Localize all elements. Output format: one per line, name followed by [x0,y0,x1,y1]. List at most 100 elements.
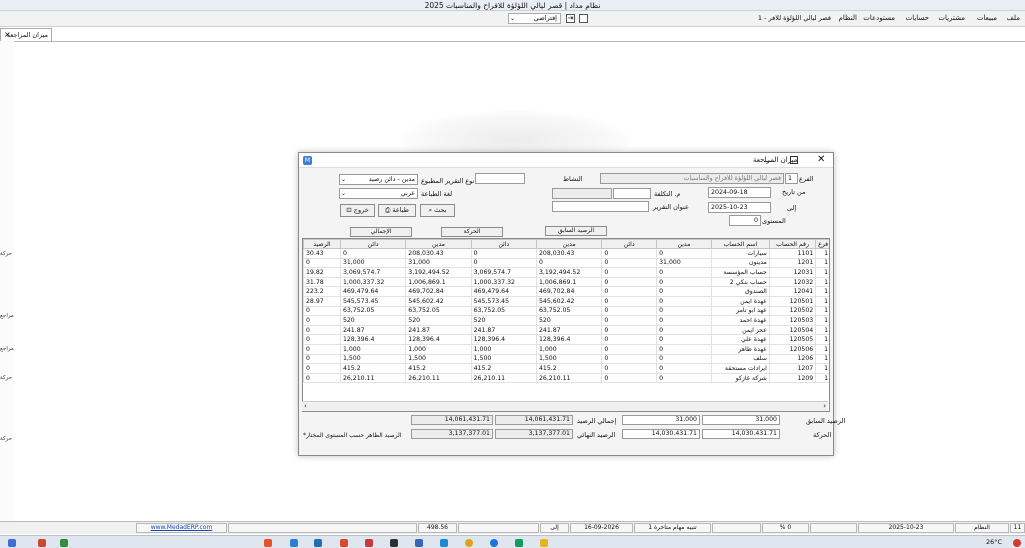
os-taskbar: 26°C [0,535,1025,548]
col-header[interactable]: فرع [815,239,829,249]
tab-trial-balance[interactable]: × ميزان المراجعة [0,28,52,41]
prev-credit-cell: 0 [601,286,658,297]
scroll-left-icon[interactable]: ‹ [304,402,307,410]
branch-field[interactable]: 1 [785,173,798,184]
table-row[interactable]: 1 1206 سلف 0 0 1,500 1,500 1,500 1,500 0 [303,353,829,365]
table-row[interactable]: 1 12031 حساب المؤسسة 0 0 3,192,494.52 3,069,57… [303,267,829,278]
col-header[interactable]: مدين [535,239,603,249]
col-header[interactable]: الرصيد [303,239,341,249]
table-row[interactable]: 1 1101 سيارات 0 0 208,030.43 0 208,030.43 0 30.43 [303,248,829,259]
table-row[interactable]: 1 1209 شركة غازكو 0 0 26,210.11 26,210.11 26,21… [303,372,829,384]
grid-icon[interactable] [579,14,588,23]
print-lang-select[interactable]: عربي ⌄ [339,188,418,199]
section-movement[interactable]: الحركة [441,227,503,237]
app-icon[interactable] [440,539,448,547]
account-number-cell: 12031 [768,267,817,278]
browser-icon[interactable] [465,539,473,547]
prev-debit-cell: 0 [656,295,712,307]
branch-cell: 1 [815,267,829,278]
table-row[interactable]: 1 120501 عهدة ايمن 0 0 545,602.42 545,573.45 54… [303,295,829,307]
menu-accounts[interactable]: حسابات [906,14,929,22]
app-icon[interactable] [540,539,548,547]
menu-company[interactable]: 1 - قصر ليالي اللؤلؤة للافر [758,14,831,22]
col-header[interactable]: دائن [339,239,407,249]
close-icon[interactable]: × [4,29,11,41]
app-icon: M [303,156,312,165]
status-cell [458,523,539,533]
app-icon[interactable] [415,539,423,547]
activity-field[interactable] [475,173,525,184]
maximize-icon[interactable] [790,156,798,164]
app-icon[interactable] [314,539,322,547]
table-row[interactable]: 1 1207 ايرادات مستحقة 0 0 415.2 415.2 415.2 415.… [303,363,829,374]
temperature: 26°C [986,538,1003,546]
accounts-grid[interactable]: فرع رقم الحساب اسم الحساب مدين دائن مدين… [302,238,830,412]
menu-purchases[interactable]: مشتريات [938,14,965,22]
horizontal-scrollbar[interactable]: ‹ › [302,401,828,411]
app-icon[interactable] [8,539,16,547]
exit-app-icon[interactable]: ⇥ [566,14,575,23]
app-icon[interactable] [290,539,298,547]
scroll-right-icon[interactable]: › [823,402,826,410]
side-label: مراجع [0,313,14,319]
level-field[interactable]: 0 [729,215,761,226]
table-row[interactable]: 1 12032 حساب بنكي 2 0 0 1,006,869.1 1,000,337.… [303,276,829,288]
status-cell: 498.56 [418,523,457,533]
col-header[interactable]: مدين [656,239,712,249]
website-link[interactable]: www.MedadERP.com [136,523,227,533]
account-number-cell: 1201 [768,257,817,269]
menu-warehouses[interactable]: مستودعات [863,14,895,22]
table-row[interactable]: 1 120504 عجز ايمن 0 0 241.87 241.87 241.87 241.8… [303,324,829,336]
balance-cell: 0 [303,257,341,269]
profile-combo[interactable]: إفتراضي ⌄ [508,13,561,24]
app-icon[interactable] [38,539,46,547]
to-date-field[interactable]: 2025-10-23 ⌄ [708,202,771,213]
exit-button[interactable]: ⊡ خروج [340,204,375,217]
from-date-field[interactable]: 2024-09-18 ⌄ [708,187,771,198]
app-icon[interactable] [340,539,348,547]
section-prev-balance[interactable]: الرصيد السابق [545,226,607,236]
branch-cell: 1 [815,324,829,336]
close-icon[interactable]: ✕ [817,153,825,167]
menu-file[interactable]: ملف [1007,14,1020,22]
table-row[interactable]: 1 120503 عهدة احمد 0 0 520 520 520 520 0 [303,315,829,326]
move-credit-cell: 26,210.11 [470,372,537,384]
notification-icon[interactable] [1013,539,1021,547]
total-debit-cell: 241.87 [405,324,472,336]
app-icon[interactable] [60,539,68,547]
app-icon[interactable] [515,539,523,547]
from-date-value: 2024-09-18 [711,189,748,196]
cost-center-field[interactable] [613,188,651,199]
total-credit-cell: 3,069,574.7 [339,267,407,278]
menu-sales[interactable]: مبيعات [977,14,997,22]
minimize-icon[interactable] [764,161,772,162]
section-total[interactable]: الإجمالي [350,227,412,237]
col-header[interactable]: دائن [470,239,537,249]
report-title-field[interactable] [552,201,649,212]
print-button[interactable]: ⎙ طباعة [378,204,416,217]
col-header[interactable]: اسم الحساب [710,239,770,249]
prev-debit-cell: 0 [656,248,712,259]
app-icon[interactable] [390,539,398,547]
report-type-select[interactable]: مدين - دائن رصيد ⌄ [339,174,418,185]
table-row[interactable]: 1 120505 عهدة علي 0 0 128,396.4 128,396.4 128,3… [303,334,829,345]
table-row[interactable]: 1 12041 الصندوق 0 0 469,702.84 469,479.64 469,7… [303,286,829,297]
branch-label: الفرع [799,175,814,183]
col-header[interactable]: مدين [405,239,472,249]
col-header[interactable]: دائن [601,239,658,249]
table-row[interactable]: 1 1201 مدينون 31,000 0 0 0 31,000 31,000 0 [303,257,829,269]
side-strip: حركة مراجع مراجع حركة حركة [0,41,14,521]
table-row[interactable]: 1 120506 عهدة طاهر 0 0 1,000 1,000 1,000 1,000 0 [303,343,829,355]
app-icon[interactable] [264,539,272,547]
branch-cell: 1 [815,257,829,269]
app-icon[interactable] [365,539,373,547]
status-tasks-alert[interactable]: تنبيه مهام متاخرة 1 [634,523,711,533]
total-debit-cell: 1,000 [405,343,472,355]
search-button[interactable]: ⌕ بحث [420,204,455,217]
table-row[interactable]: 1 120502 عهد ابو تامر 0 0 63,752.05 63,752.05 6… [303,305,829,317]
col-header[interactable]: رقم الحساب [768,239,817,249]
menu-system[interactable]: النظام [839,14,857,22]
account-name-cell: مدينون [710,257,770,269]
browser-icon[interactable] [490,539,498,547]
prev-debit-cell: 0 [656,276,712,288]
